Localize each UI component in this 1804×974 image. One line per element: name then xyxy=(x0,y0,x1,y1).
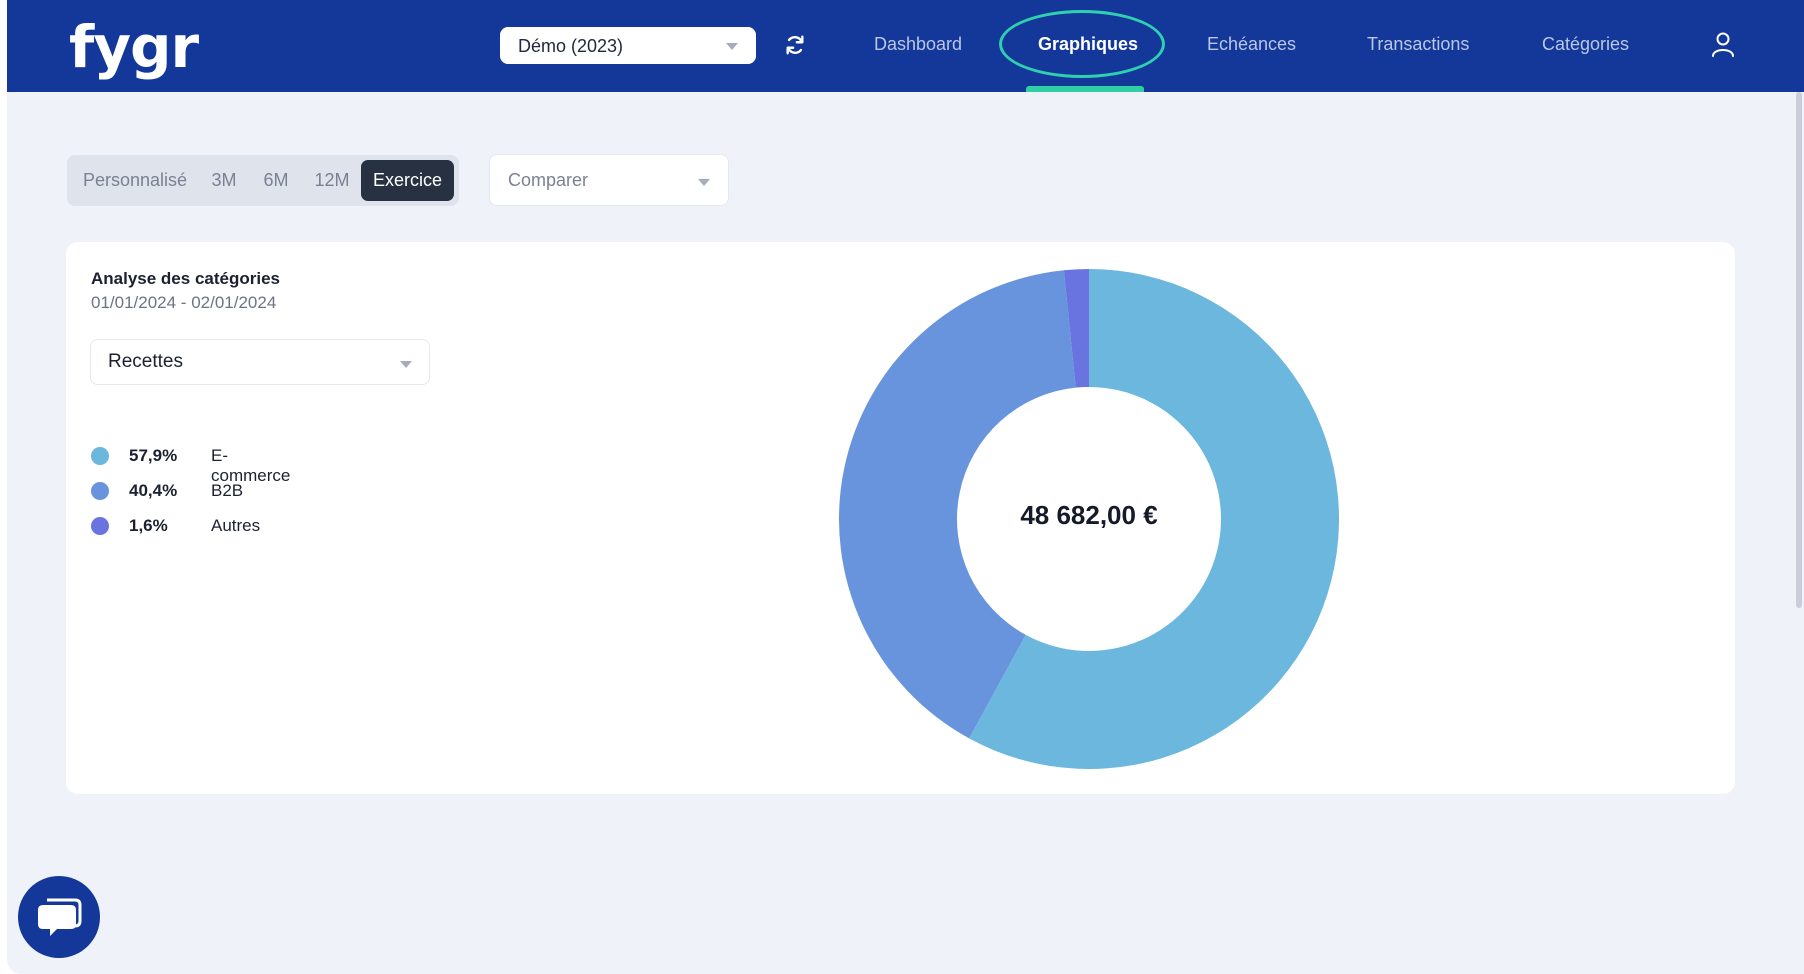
legend-dot xyxy=(91,447,109,465)
chat-button[interactable] xyxy=(18,876,100,958)
chevron-down-icon xyxy=(726,43,738,50)
period-personnalise[interactable]: Personnalisé xyxy=(83,160,187,201)
donut-total: 48 682,00 € xyxy=(1020,500,1158,530)
period-3m[interactable]: 3M xyxy=(207,160,241,201)
top-navigation-bar: fygr Démo (2023) Dashboard Graphiques Ec… xyxy=(7,0,1804,92)
category-analysis-card: Analyse des catégories 01/01/2024 - 02/0… xyxy=(66,242,1735,794)
legend-percent: 40,4% xyxy=(129,481,178,500)
legend-percent: 57,9% xyxy=(129,446,178,465)
legend-label: B2B xyxy=(211,481,244,500)
compare-placeholder: Comparer xyxy=(508,170,589,190)
type-select[interactable]: Recettes xyxy=(90,339,430,385)
nav-dashboard[interactable]: Dashboard xyxy=(874,34,962,55)
app-window: fygr Démo (2023) Dashboard Graphiques Ec… xyxy=(7,0,1804,974)
refresh-icon[interactable] xyxy=(784,34,806,56)
user-icon[interactable] xyxy=(1711,31,1735,57)
period-12m[interactable]: 12M xyxy=(312,160,352,201)
chevron-down-icon xyxy=(698,179,710,186)
legend-dot xyxy=(91,517,109,535)
nav-echeances[interactable]: Echéances xyxy=(1207,34,1296,55)
nav-transactions[interactable]: Transactions xyxy=(1367,34,1469,55)
active-tab-indicator xyxy=(1026,86,1144,92)
legend-dot xyxy=(91,482,109,500)
period-selector: Personnalisé 3M 6M 12M Exercice xyxy=(67,155,459,206)
legend-label: Autres xyxy=(211,516,261,535)
period-6m[interactable]: 6M xyxy=(259,160,293,201)
card-title: Analyse des catégories xyxy=(91,269,280,288)
period-exercice[interactable]: Exercice xyxy=(361,160,454,201)
scrollbar[interactable] xyxy=(1796,92,1802,608)
chat-bubble-icon xyxy=(38,898,82,936)
date-range: 01/01/2024 - 02/01/2024 xyxy=(91,293,277,312)
type-select-value: Recettes xyxy=(108,351,183,372)
legend-label: E-commerce xyxy=(211,446,291,485)
fygr-logo[interactable]: fygr xyxy=(69,10,199,84)
compare-select[interactable]: Comparer xyxy=(489,154,729,206)
nav-highlight-circle xyxy=(999,10,1165,78)
company-select[interactable]: Démo (2023) xyxy=(500,27,756,64)
company-select-value: Démo (2023) xyxy=(518,36,624,56)
nav-categories[interactable]: Catégories xyxy=(1542,34,1629,55)
legend-percent: 1,6% xyxy=(129,516,168,535)
chevron-down-icon xyxy=(400,361,412,368)
